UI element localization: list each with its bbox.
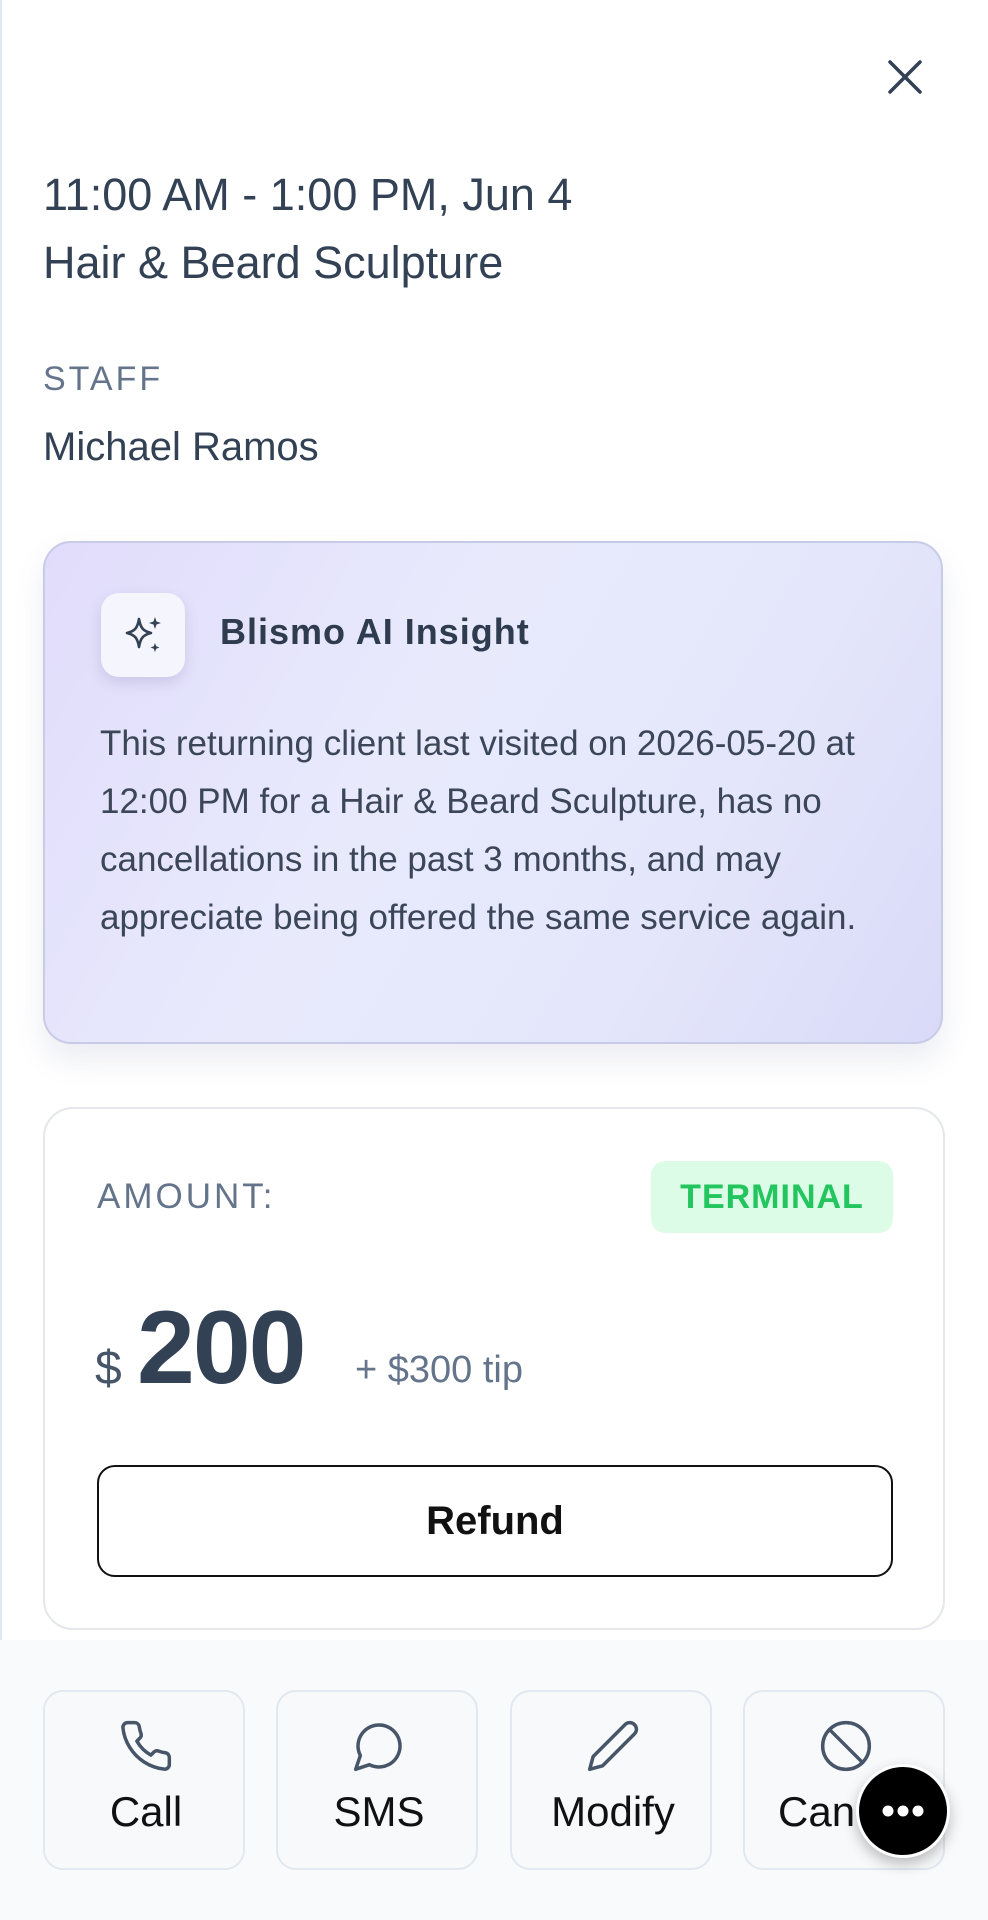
close-icon [888, 60, 922, 94]
more-horizontal-icon [882, 1805, 924, 1817]
service-name: Hair & Beard Sculpture [43, 237, 504, 288]
ban-icon [820, 1720, 872, 1772]
refund-button[interactable]: Refund [97, 1465, 893, 1577]
call-label: Call [109, 1788, 183, 1835]
payment-method-badge: TERMINAL [651, 1161, 893, 1233]
sparkles-icon [125, 617, 161, 652]
panel-edge [0, 0, 2, 1920]
ai-badge [101, 593, 185, 677]
modify-button[interactable]: Modify [510, 1690, 712, 1870]
pencil-icon [587, 1720, 639, 1772]
ai-insight-title: Blismo AI Insight [220, 611, 530, 652]
more-options-button[interactable] [856, 1764, 950, 1858]
phone-icon [121, 1720, 172, 1771]
amount-value: 200 [137, 1290, 307, 1406]
tip-amount: + $300 tip [355, 1349, 523, 1391]
close-button[interactable] [878, 50, 932, 104]
staff-label: STAFF [43, 360, 164, 398]
amount-label: AMOUNT: [97, 1177, 276, 1216]
ai-insight-text: This returning client last visited on 20… [100, 724, 857, 937]
currency-symbol: $ [95, 1342, 122, 1395]
sms-label: SMS [333, 1788, 425, 1835]
appointment-time: 11:00 AM - 1:00 PM, Jun 4 [43, 169, 573, 220]
payment-card: AMOUNT: TERMINAL $ 200 + $300 tip Refund [43, 1107, 945, 1630]
staff-name: Michael Ramos [43, 425, 319, 469]
call-button[interactable]: Call [43, 1690, 245, 1870]
modify-label: Modify [551, 1788, 675, 1835]
chat-bubble-icon [353, 1723, 402, 1772]
sms-button[interactable]: SMS [276, 1690, 478, 1870]
ai-insight-card: Blismo AI Insight This returning client … [43, 541, 943, 1044]
